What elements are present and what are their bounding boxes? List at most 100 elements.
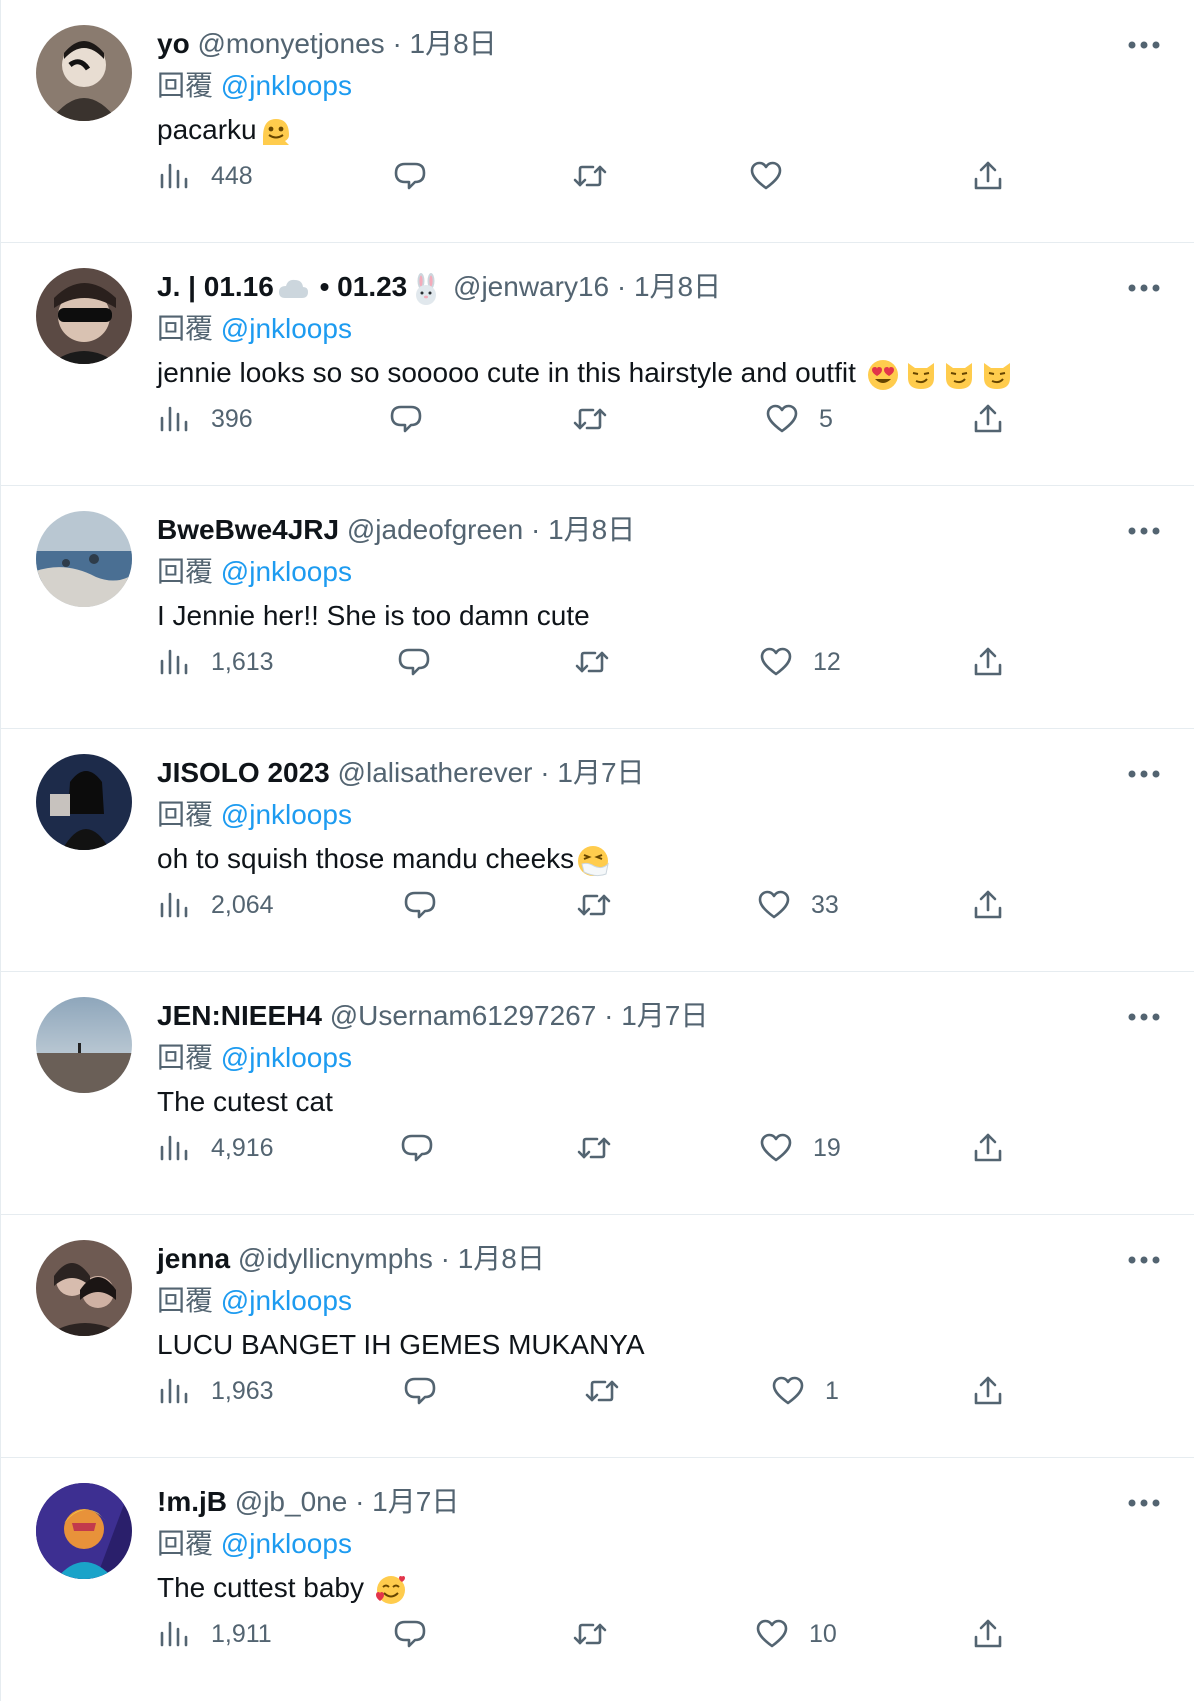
- like-action[interactable]: 10: [755, 1614, 837, 1654]
- user-handle[interactable]: @jadeofgreen: [347, 514, 523, 545]
- user-handle[interactable]: @idyllicnymphs: [238, 1243, 433, 1274]
- more-dots-icon[interactable]: [1124, 271, 1164, 305]
- tweet-card[interactable]: JISOLO 2023 @lalisatherever · 1月7日 回覆 @j…: [1, 729, 1194, 972]
- display-name[interactable]: JEN:NIEEH4: [157, 1000, 322, 1031]
- tweet-date[interactable]: · 1月8日: [392, 28, 496, 59]
- tweet-date[interactable]: · 1月8日: [617, 271, 721, 302]
- more-dots-icon[interactable]: [1124, 514, 1164, 548]
- retweet-action[interactable]: [577, 885, 611, 925]
- like-action[interactable]: 19: [759, 1128, 841, 1168]
- mention-link[interactable]: @jnkloops: [221, 556, 352, 587]
- user-handle[interactable]: @lalisatherever: [338, 757, 533, 788]
- avatar[interactable]: [36, 754, 132, 850]
- reply-action[interactable]: [393, 156, 427, 196]
- share-action[interactable]: [971, 1128, 1005, 1168]
- views-action[interactable]: 4,916: [157, 1128, 274, 1168]
- like-action[interactable]: 33: [757, 885, 839, 925]
- retweet-icon: [577, 888, 611, 922]
- views-action[interactable]: 2,064: [157, 885, 274, 925]
- mention-link[interactable]: @jnkloops: [221, 313, 352, 344]
- display-name[interactable]: BweBwe4JRJ: [157, 514, 339, 545]
- like-action[interactable]: 5: [765, 399, 833, 439]
- retweet-action[interactable]: [573, 399, 607, 439]
- retweet-action[interactable]: [577, 1128, 611, 1168]
- avatar[interactable]: [36, 1483, 132, 1579]
- more-dots-icon[interactable]: [1124, 1000, 1164, 1034]
- reply-action[interactable]: [403, 1371, 437, 1411]
- retweet-action[interactable]: [573, 1614, 607, 1654]
- display-name[interactable]: yo: [157, 28, 190, 59]
- display-name[interactable]: JISOLO 2023: [157, 757, 330, 788]
- display-name[interactable]: jenna: [157, 1243, 230, 1274]
- bar-chart-icon: [157, 1374, 191, 1408]
- mention-link[interactable]: @jnkloops: [221, 1528, 352, 1559]
- share-icon: [971, 1617, 1005, 1651]
- reply-action[interactable]: [393, 1614, 427, 1654]
- speech-bubble-icon: [400, 1131, 434, 1165]
- user-handle[interactable]: @monyetjones: [197, 28, 384, 59]
- retweet-action[interactable]: [573, 156, 607, 196]
- tweet-date[interactable]: · 1月8日: [441, 1243, 545, 1274]
- reply-action[interactable]: [397, 642, 431, 682]
- reply-context: 回覆 @jnkloops: [157, 1524, 1124, 1568]
- reply-prefix: 回覆: [157, 556, 214, 587]
- share-action[interactable]: [971, 1614, 1005, 1654]
- tweet-card[interactable]: yo @monyetjones · 1月8日 回覆 @jnkloops paca…: [1, 0, 1194, 243]
- views-action[interactable]: 1,613: [157, 642, 274, 682]
- speech-bubble-icon: [397, 645, 431, 679]
- share-action[interactable]: [971, 885, 1005, 925]
- views-action[interactable]: 448: [157, 156, 253, 196]
- views-action[interactable]: 1,911: [157, 1614, 272, 1654]
- action-bar: 448: [157, 156, 1194, 196]
- share-action[interactable]: [971, 1371, 1005, 1411]
- more-dots-icon[interactable]: [1124, 1243, 1164, 1277]
- reply-action[interactable]: [400, 1128, 434, 1168]
- action-bar: 1,613 12: [157, 642, 1194, 682]
- mention-link[interactable]: @jnkloops: [221, 1042, 352, 1073]
- display-name[interactable]: !m.jB: [157, 1486, 227, 1517]
- avatar[interactable]: [36, 1240, 132, 1336]
- tweet-date[interactable]: · 1月7日: [604, 1000, 708, 1031]
- more-dots-icon[interactable]: [1124, 1486, 1164, 1520]
- user-handle[interactable]: @jb_0ne: [235, 1486, 348, 1517]
- more-dots-icon[interactable]: [1124, 28, 1164, 62]
- tweet-date[interactable]: · 1月7日: [355, 1486, 459, 1517]
- likes-count: 5: [819, 404, 833, 433]
- share-action[interactable]: [971, 156, 1005, 196]
- avatar[interactable]: [36, 268, 132, 364]
- user-handle[interactable]: @jenwary16: [453, 271, 609, 302]
- tweet-card[interactable]: J. | 01.16 • 01.23 @jenwary16 · 1月8日 回覆 …: [1, 243, 1194, 486]
- user-handle[interactable]: @Usernam61297267: [330, 1000, 597, 1031]
- retweet-action[interactable]: [575, 642, 609, 682]
- views-action[interactable]: 1,963: [157, 1371, 274, 1411]
- tweet-card[interactable]: BweBwe4JRJ @jadeofgreen · 1月8日 回覆 @jnklo…: [1, 486, 1194, 729]
- avatar[interactable]: [36, 25, 132, 121]
- reply-action[interactable]: [389, 399, 423, 439]
- like-action[interactable]: 12: [759, 642, 841, 682]
- avatar[interactable]: [36, 997, 132, 1093]
- tweet-header: !m.jB @jb_0ne · 1月7日: [157, 1482, 1124, 1524]
- like-action[interactable]: 1: [771, 1371, 839, 1411]
- share-action[interactable]: [971, 399, 1005, 439]
- like-action[interactable]: [749, 156, 803, 196]
- tweet-card[interactable]: jenna @idyllicnymphs · 1月8日 回覆 @jnkloops…: [1, 1215, 1194, 1458]
- bar-chart-icon: [157, 1617, 191, 1651]
- avatar[interactable]: [36, 511, 132, 607]
- reply-action[interactable]: [403, 885, 437, 925]
- retweet-icon: [585, 1374, 619, 1408]
- more-dots-icon[interactable]: [1124, 757, 1164, 791]
- share-action[interactable]: [971, 642, 1005, 682]
- tweet-card[interactable]: JEN:NIEEH4 @Usernam61297267 · 1月7日 回覆 @j…: [1, 972, 1194, 1215]
- reply-prefix: 回覆: [157, 1285, 214, 1316]
- tweet-card[interactable]: !m.jB @jb_0ne · 1月7日 回覆 @jnkloops The cu…: [1, 1458, 1194, 1701]
- tweet-date[interactable]: · 1月8日: [531, 514, 635, 545]
- tweet-date[interactable]: · 1月7日: [540, 757, 644, 788]
- reply-prefix: 回覆: [157, 313, 214, 344]
- mention-link[interactable]: @jnkloops: [221, 799, 352, 830]
- mention-link[interactable]: @jnkloops: [221, 1285, 352, 1316]
- action-bar: 396 5: [157, 399, 1194, 439]
- mention-link[interactable]: @jnkloops: [221, 70, 352, 101]
- views-action[interactable]: 396: [157, 399, 253, 439]
- retweet-action[interactable]: [585, 1371, 619, 1411]
- display-name[interactable]: J. | 01.16 • 01.23: [157, 271, 445, 305]
